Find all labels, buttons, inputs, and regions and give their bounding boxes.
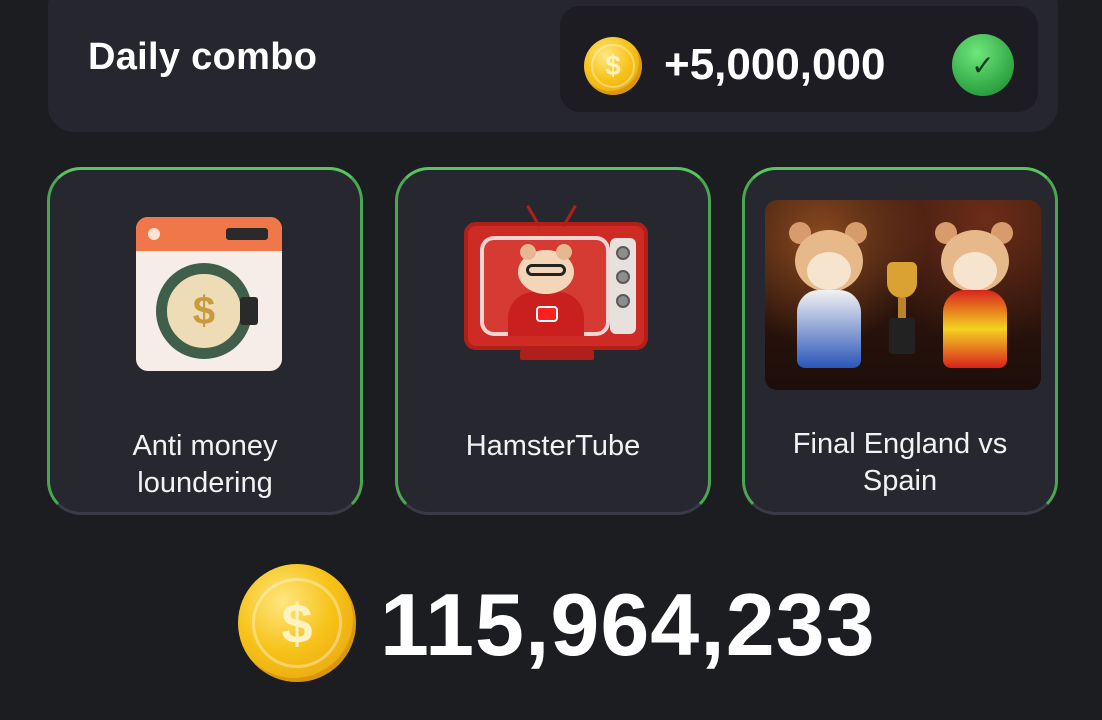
- card-label: Anti money loundering: [132, 430, 278, 499]
- play-icon: [536, 306, 558, 322]
- hamster-spain-figure: [933, 220, 1017, 370]
- combo-card-hamstertube[interactable]: HamsterTube: [395, 167, 711, 515]
- hamster-match-image: [765, 200, 1041, 390]
- check-icon: ✓: [952, 34, 1014, 96]
- daily-combo-title: Daily combo: [88, 36, 318, 78]
- card-label: Final England vs Spain: [792, 428, 1008, 497]
- daily-combo-reward: $ +5,000,000 ✓: [560, 6, 1038, 112]
- hamster-tv-icon: [464, 204, 648, 360]
- combo-screen: Daily combo $ +5,000,000 ✓ $ Anti money …: [0, 0, 1102, 720]
- reward-amount: +5,000,000: [664, 40, 886, 89]
- card-label: HamsterTube: [465, 430, 641, 462]
- coin-icon: $: [238, 564, 356, 682]
- coin-icon: $: [584, 37, 642, 95]
- washing-machine-icon: $: [136, 217, 282, 371]
- trophy-icon: [883, 262, 921, 354]
- combo-card-anti-money-laundering[interactable]: $ Anti money loundering: [47, 167, 363, 515]
- daily-combo-panel: Daily combo $ +5,000,000 ✓: [48, 0, 1058, 132]
- combo-card-final-england-vs-spain[interactable]: Final England vs Spain: [742, 167, 1058, 515]
- balance-amount: 115,964,233: [380, 575, 876, 674]
- hamster-england-figure: [787, 220, 871, 370]
